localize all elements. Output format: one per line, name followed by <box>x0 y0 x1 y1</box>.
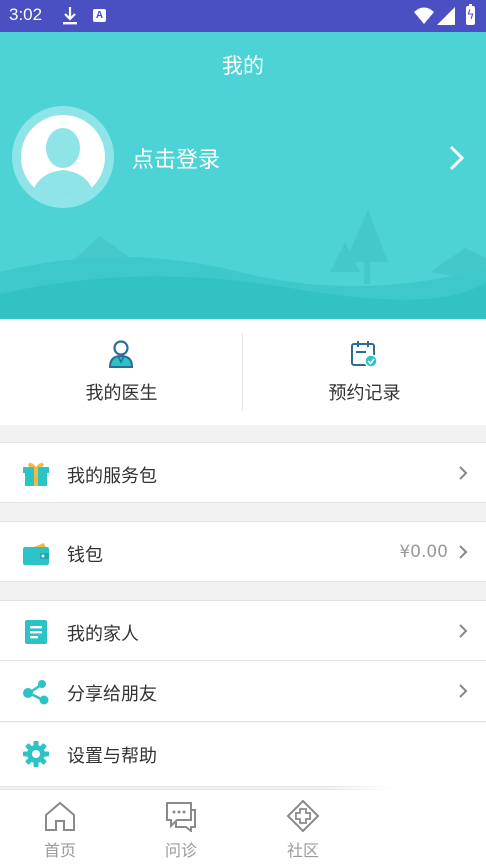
settings-label: 设置与帮助 <box>67 746 157 767</box>
gear-icon <box>23 741 49 767</box>
tab-home[interactable]: 首页 <box>0 790 120 865</box>
my-doctor-button[interactable]: 我的医生 <box>0 319 243 425</box>
signal-icon <box>437 7 455 25</box>
calendar-icon <box>351 341 378 368</box>
status-bar: 3:02 A ϟ <box>0 0 486 32</box>
wifi-icon <box>414 7 434 24</box>
share-label: 分享给朋友 <box>67 684 157 705</box>
wallet-label: 钱包 <box>67 545 103 566</box>
avatar-placeholder-icon <box>21 115 105 199</box>
chevron-right-icon <box>459 624 468 638</box>
gift-icon <box>23 462 49 486</box>
share-icon <box>23 680 49 705</box>
tab-consultation[interactable]: 问诊 <box>121 790 241 865</box>
share-row[interactable]: 分享给朋友 <box>0 661 486 722</box>
tab-home-label: 首页 <box>43 841 76 860</box>
chevron-right-icon[interactable] <box>448 144 466 172</box>
chevron-right-icon <box>459 545 468 559</box>
my-doctor-label: 我的医生 <box>85 383 158 404</box>
service-package-row[interactable]: 我的服务包 <box>0 442 486 503</box>
avatar[interactable] <box>12 106 114 208</box>
service-package-label: 我的服务包 <box>67 466 157 487</box>
wallet-row[interactable]: 钱包 ¥0.00 <box>0 521 486 582</box>
appointment-records-label: 预约记录 <box>328 383 401 404</box>
page-title: 我的 <box>222 54 264 78</box>
family-label: 我的家人 <box>67 624 139 645</box>
landscape-decoration <box>0 210 486 319</box>
community-icon <box>286 800 320 832</box>
quick-actions: 我的医生 预约记录 <box>0 319 486 425</box>
watermark-fade <box>320 730 486 864</box>
appointment-records-button[interactable]: 预约记录 <box>243 319 486 425</box>
login-link[interactable]: 点击登录 <box>132 142 220 174</box>
chat-icon <box>166 802 196 832</box>
tab-consultation-label: 问诊 <box>164 841 197 860</box>
profile-header: 我的 点击登录 <box>0 32 486 319</box>
family-row[interactable]: 我的家人 <box>0 600 486 661</box>
doctor-icon <box>108 340 134 368</box>
chevron-right-icon <box>459 466 468 480</box>
download-icon <box>63 7 77 25</box>
notification-letter-icon: A <box>93 9 106 22</box>
document-icon <box>25 620 47 644</box>
status-time: 3:02 <box>9 5 43 24</box>
wallet-icon <box>23 543 49 565</box>
home-icon <box>45 801 75 831</box>
wallet-balance: ¥0.00 <box>399 542 448 562</box>
chevron-right-icon <box>459 684 468 698</box>
battery-icon: ϟ <box>466 4 475 25</box>
